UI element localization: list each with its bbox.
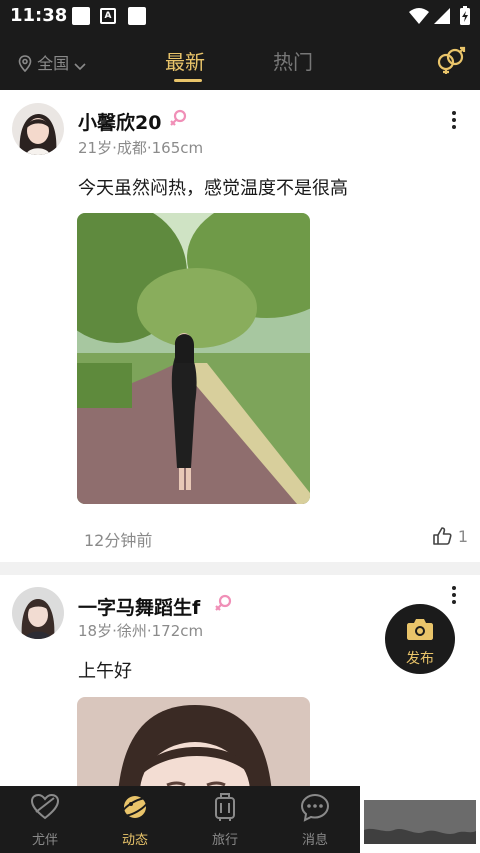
tab-hot[interactable]: 热门 [273,46,313,75]
post-time: 12分钟前 [84,531,153,550]
top-nav: 全国 最新 热门 [0,32,480,90]
wifi-icon [409,8,429,24]
nav-item-messages[interactable]: 消息 [270,786,360,853]
nav-item-travel[interactable]: 旅行 [180,786,270,853]
post-photo[interactable] [77,213,310,504]
like-count: 1 [457,527,468,546]
nav-label: 尤伴 [31,833,58,848]
notification-icon [128,7,146,25]
author-meta: 21岁·成都·165cm [78,139,204,157]
more-options-icon[interactable] [446,109,462,131]
status-icons [409,6,470,25]
nav-item-companion[interactable]: 尤伴 [0,786,90,853]
post-divider [0,562,480,575]
nav-item-moments[interactable]: 动态 [90,786,180,853]
active-tab-indicator [174,79,202,82]
author-name[interactable]: 一字马舞蹈生f [78,593,200,620]
chat-bubble-icon [300,793,330,822]
tab-latest[interactable]: 最新 [165,46,205,75]
luggage-icon [215,793,235,821]
feed[interactable]: 小馨欣20 21岁·成都·165cm 今天虽然闷热，感觉温度不是很高 12分钟前… [0,90,480,786]
notification-icon [72,7,90,25]
camera-icon [407,619,433,640]
heart-icon [30,793,60,820]
location-pin-icon [18,55,32,73]
chevron-down-icon [74,63,86,71]
female-icon [170,109,187,126]
status-bar: 11:38 A [0,0,480,32]
battery-icon [460,6,470,25]
thumbs-up-icon [433,527,452,545]
location-label: 全国 [37,54,70,73]
status-time: 11:38 [10,5,68,26]
avatar[interactable] [12,587,64,639]
nav-label: 消息 [301,833,328,848]
post-text: 今天虽然闷热，感觉温度不是很高 [78,178,348,199]
female-icon [215,594,232,611]
thumbnail-overlay [360,786,480,853]
notification-a-icon: A [100,8,116,24]
planet-icon [120,796,150,818]
post-text: 上午好 [78,661,132,682]
like-button[interactable]: 1 [432,526,468,546]
post-card[interactable]: 小馨欣20 21岁·成都·165cm 今天虽然闷热，感觉温度不是很高 12分钟前… [0,90,480,562]
nav-label: 动态 [121,833,148,848]
thumbnail-image [364,800,476,844]
more-options-icon[interactable] [446,584,462,606]
bottom-nav: 尤伴 动态 旅行 消息 [0,786,360,853]
avatar[interactable] [12,103,64,155]
post-photo[interactable] [77,697,310,786]
location-selector[interactable]: 全国 [18,50,86,74]
publish-button[interactable]: 发布 [385,604,455,674]
publish-label: 发布 [406,651,434,667]
signal-icon [434,8,450,24]
author-meta: 18岁·徐州·172cm [78,622,204,640]
author-name[interactable]: 小馨欣20 [78,108,161,135]
nav-label: 旅行 [211,833,238,848]
gender-filter-icon[interactable] [436,45,466,75]
